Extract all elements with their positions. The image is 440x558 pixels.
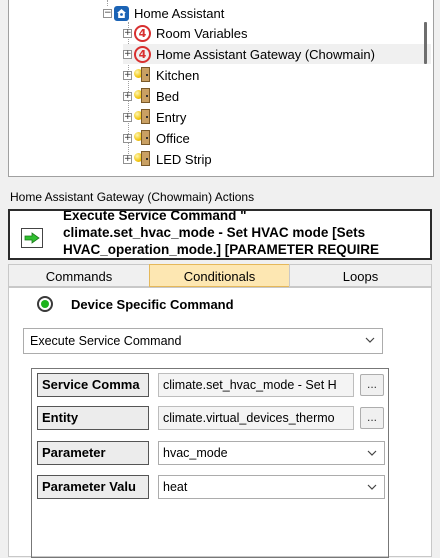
device-specific-radio[interactable] bbox=[37, 296, 53, 312]
driver-icon: 4 bbox=[134, 45, 151, 63]
variables-icon: 4 bbox=[134, 24, 151, 42]
home-assistant-icon bbox=[114, 5, 129, 21]
tree-item-gateway[interactable]: + 4 Home Assistant Gateway (Chowmain) bbox=[123, 44, 431, 64]
tree-item-label: Home Assistant bbox=[134, 5, 225, 21]
tree-item-kitchen[interactable]: + Kitchen bbox=[123, 65, 199, 85]
parameter-value-select[interactable]: heat bbox=[158, 475, 385, 499]
expand-icon[interactable]: + bbox=[123, 91, 132, 101]
tab-loops[interactable]: Loops bbox=[289, 264, 432, 287]
tree-item-label: LED Strip bbox=[156, 151, 212, 167]
expand-icon[interactable]: + bbox=[123, 154, 132, 164]
param-label-entity: Entity bbox=[37, 406, 149, 430]
tree-item-bed[interactable]: + Bed bbox=[123, 86, 179, 106]
parameter-select-value: hvac_mode bbox=[163, 446, 228, 460]
service-command-browse-button[interactable]: ... bbox=[360, 374, 384, 396]
room-icon bbox=[134, 150, 152, 168]
tab-commands[interactable]: Commands bbox=[8, 264, 150, 287]
tree-item-label: Bed bbox=[156, 88, 180, 104]
tree-item-room-variables[interactable]: + 4 Room Variables bbox=[123, 23, 248, 43]
tree-item-label: Entry bbox=[156, 109, 187, 125]
tab-bar: Commands Conditionals Loops bbox=[8, 264, 432, 288]
expand-icon[interactable]: + bbox=[123, 112, 132, 122]
tree-item-label: Kitchen bbox=[156, 67, 200, 83]
action-item-text[interactable]: Execute Service Command " climate.set_hv… bbox=[63, 211, 430, 258]
device-specific-label: Device Specific Command bbox=[71, 297, 234, 312]
chevron-down-icon bbox=[367, 450, 377, 456]
param-label-service: Service Comma bbox=[37, 373, 149, 397]
parameters-grid: Service Comma climate.set_hvac_mode - Se… bbox=[31, 368, 389, 558]
action-arrow-icon bbox=[21, 228, 43, 248]
tree-item-home-assistant[interactable]: − Home Assistant bbox=[103, 3, 224, 23]
tree-item-led-strip[interactable]: + LED Strip bbox=[123, 149, 212, 169]
parameter-value-select-value: heat bbox=[163, 480, 188, 494]
entity-browse-button[interactable]: ... bbox=[360, 407, 384, 429]
chevron-down-icon bbox=[367, 484, 377, 490]
project-tree[interactable]: − Home Assistant + 4 Room Variables + 4 … bbox=[8, 0, 434, 177]
chevron-down-icon bbox=[365, 337, 375, 343]
command-select[interactable]: Execute Service Command bbox=[23, 328, 383, 354]
expand-icon[interactable]: + bbox=[123, 28, 132, 38]
expand-icon[interactable]: + bbox=[123, 49, 132, 59]
room-icon bbox=[134, 108, 152, 126]
room-icon bbox=[134, 87, 152, 105]
entity-field[interactable]: climate.virtual_devices_thermo bbox=[158, 406, 354, 430]
param-label-parameter-value: Parameter Valu bbox=[37, 475, 149, 499]
collapse-icon[interactable]: − bbox=[103, 8, 112, 18]
tree-scrollbar[interactable] bbox=[424, 22, 427, 64]
tree-item-entry[interactable]: + Entry bbox=[123, 107, 186, 127]
tree-item-label: Home Assistant Gateway (Chowmain) bbox=[156, 46, 375, 62]
room-icon bbox=[134, 129, 152, 147]
expand-icon[interactable]: + bbox=[123, 133, 132, 143]
tree-item-label: Office bbox=[156, 130, 190, 146]
room-icon bbox=[134, 66, 152, 84]
expand-icon[interactable]: + bbox=[123, 70, 132, 80]
parameter-select[interactable]: hvac_mode bbox=[158, 441, 385, 465]
actions-title: Home Assistant Gateway (Chowmain) Action… bbox=[10, 190, 255, 204]
tab-conditionals[interactable]: Conditionals bbox=[149, 264, 290, 287]
command-panel: Device Specific Command Execute Service … bbox=[8, 287, 432, 558]
service-command-field[interactable]: climate.set_hvac_mode - Set H bbox=[158, 373, 354, 397]
actions-list[interactable]: Execute Service Command " climate.set_hv… bbox=[8, 209, 432, 260]
command-select-value: Execute Service Command bbox=[30, 334, 182, 348]
tree-item-office[interactable]: + Office bbox=[123, 128, 190, 148]
tree-item-label: Room Variables bbox=[156, 25, 248, 41]
param-label-parameter: Parameter bbox=[37, 441, 149, 465]
